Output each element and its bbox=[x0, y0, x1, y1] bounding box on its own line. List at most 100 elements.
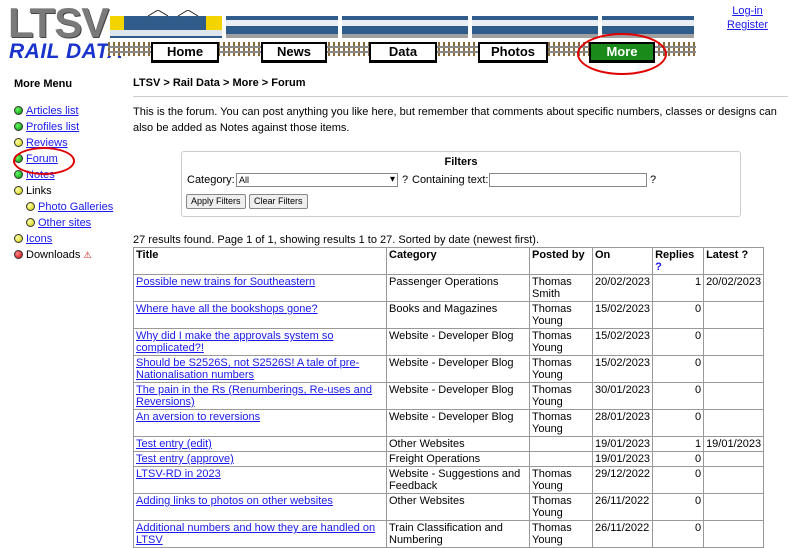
table-row: Test entry (edit) Other Websites 19/01/202… bbox=[133, 436, 765, 452]
title-link[interactable]: Test entry (approve) bbox=[133, 451, 387, 467]
title-link[interactable]: An aversion to reversions bbox=[133, 409, 387, 437]
status-dot-icon bbox=[26, 218, 35, 227]
category-help-icon[interactable]: ? bbox=[402, 174, 408, 186]
category-cell: Train Classification and Numbering bbox=[386, 520, 530, 548]
category-cell: Other Websites bbox=[386, 436, 530, 452]
site-header: LTSV RAIL DATA Home News Data Photos Mor… bbox=[0, 0, 800, 75]
category-cell: Website - Suggestions and Feedback bbox=[386, 466, 530, 494]
latest-cell bbox=[703, 382, 765, 410]
forum-table: Title Category Posted by On Replies ? La… bbox=[133, 247, 765, 548]
category-cell: Website - Developer Blog bbox=[386, 382, 530, 410]
posted-by-cell: Thomas Young bbox=[529, 301, 593, 329]
status-dot-icon bbox=[26, 202, 35, 211]
sidebar-item-label[interactable]: Photo Galleries bbox=[38, 201, 113, 213]
title-link[interactable]: Possible new trains for Southeastern bbox=[133, 274, 387, 302]
posted-by-cell: Thomas Young bbox=[529, 409, 593, 437]
sidebar-item-photo-galleries[interactable]: Photo Galleries bbox=[26, 201, 113, 214]
site-logo-subtitle[interactable]: RAIL DATA bbox=[9, 41, 123, 63]
posted-by-cell bbox=[529, 451, 593, 467]
status-dot-icon bbox=[14, 122, 23, 131]
sidebar-item-icons[interactable]: Icons bbox=[14, 233, 52, 246]
posted-by-cell: Thomas Young bbox=[529, 520, 593, 548]
sidebar-item-links: Links bbox=[14, 185, 52, 198]
posted-by-cell: Thomas Young bbox=[529, 355, 593, 383]
nav-photos-button[interactable]: Photos bbox=[478, 42, 548, 63]
sidebar-item-label[interactable]: Other sites bbox=[38, 217, 91, 229]
latest-cell: 20/02/2023 bbox=[703, 274, 765, 302]
replies-help-icon[interactable]: ? bbox=[655, 261, 662, 273]
category-cell: Passenger Operations bbox=[386, 274, 530, 302]
category-cell: Website - Developer Blog bbox=[386, 328, 530, 356]
nav-news-button[interactable]: News bbox=[261, 42, 327, 63]
replies-cell: 0 bbox=[652, 493, 705, 521]
category-cell: Website - Developer Blog bbox=[386, 409, 530, 437]
table-row: An aversion to reversions Website - Devel… bbox=[133, 409, 765, 437]
title-link[interactable]: Adding links to photos on other websites bbox=[133, 493, 387, 521]
date-cell: 26/11/2022 bbox=[591, 520, 654, 548]
title-link[interactable]: Additional numbers and how they are hand… bbox=[133, 520, 387, 548]
title-link[interactable]: Test entry (edit) bbox=[133, 436, 387, 452]
col-category: Category bbox=[386, 247, 530, 275]
category-select-value: All bbox=[239, 175, 250, 185]
title-link[interactable]: The pain in the Rs (Renumberings, Re-use… bbox=[133, 382, 387, 410]
clear-filters-button[interactable]: Clear Filters bbox=[249, 194, 308, 209]
login-link[interactable]: Log-in bbox=[720, 4, 775, 18]
account-links: Log-in Register bbox=[720, 4, 775, 32]
category-cell: Freight Operations bbox=[386, 451, 530, 467]
col-replies: Replies ? bbox=[652, 247, 705, 275]
title-link[interactable]: Where have all the bookshops gone? bbox=[133, 301, 387, 329]
replies-cell: 0 bbox=[652, 466, 705, 494]
date-cell: 26/11/2022 bbox=[591, 493, 654, 521]
sidebar-item-articles[interactable]: Articles list bbox=[14, 105, 79, 118]
nav-data-button[interactable]: Data bbox=[369, 42, 437, 63]
category-cell: Website - Developer Blog bbox=[386, 355, 530, 383]
latest-cell bbox=[703, 409, 765, 437]
title-link[interactable]: Why did I make the approvals system so c… bbox=[133, 328, 387, 356]
filters-title: Filters bbox=[444, 156, 478, 168]
sidebar-item-profiles[interactable]: Profiles list bbox=[14, 121, 79, 134]
title-link[interactable]: LTSV-RD in 2023 bbox=[133, 466, 387, 494]
site-logo[interactable]: LTSV bbox=[8, 2, 109, 44]
sidebar-item-label[interactable]: Profiles list bbox=[26, 121, 79, 133]
latest-cell: 19/01/2023 bbox=[703, 436, 765, 452]
posted-by-cell: Thomas Young bbox=[529, 382, 593, 410]
table-row: LTSV-RD in 2023 Website - Suggestions and… bbox=[133, 466, 765, 494]
filters-panel: Filters Category: All ? Containing text:… bbox=[181, 151, 741, 217]
sidebar-item-label[interactable]: Articles list bbox=[26, 105, 79, 117]
warning-icon: ⚠ bbox=[83, 250, 92, 260]
latest-cell bbox=[703, 451, 765, 467]
highlight-circle-more bbox=[577, 33, 667, 75]
intro-text: This is the forum. You can post anything… bbox=[133, 106, 777, 134]
replies-cell: 0 bbox=[652, 355, 705, 383]
col-posted-by: Posted by bbox=[529, 247, 593, 275]
text-help-icon[interactable]: ? bbox=[650, 174, 656, 186]
col-on: On bbox=[591, 247, 654, 275]
nav-home-button[interactable]: Home bbox=[151, 42, 219, 63]
replies-cell: 0 bbox=[652, 382, 705, 410]
posted-by-cell bbox=[529, 436, 593, 452]
replies-cell: 0 bbox=[652, 451, 705, 467]
replies-cell: 0 bbox=[652, 520, 705, 548]
apply-filters-button[interactable]: Apply Filters bbox=[186, 194, 246, 209]
posted-by-cell: Thomas Young bbox=[529, 466, 593, 494]
sidebar-item-label: Links bbox=[26, 185, 52, 197]
highlight-circle-forum bbox=[13, 147, 75, 175]
status-dot-icon bbox=[14, 170, 23, 179]
posted-by-cell: Thomas Young bbox=[529, 493, 593, 521]
containing-text-input[interactable] bbox=[489, 173, 647, 187]
results-summary: 27 results found. Page 1 of 1, showing r… bbox=[133, 234, 540, 246]
date-cell: 29/12/2022 bbox=[591, 466, 654, 494]
latest-help-icon[interactable]: ? bbox=[742, 249, 749, 261]
sidebar-item-other-sites[interactable]: Other sites bbox=[26, 217, 91, 230]
status-dot-icon bbox=[14, 234, 23, 243]
date-cell: 30/01/2023 bbox=[591, 382, 654, 410]
table-header-row: Title Category Posted by On Replies ? La… bbox=[133, 247, 765, 275]
category-select[interactable]: All bbox=[236, 173, 398, 187]
register-link[interactable]: Register bbox=[720, 18, 775, 32]
sidebar-item-label[interactable]: Icons bbox=[26, 233, 52, 245]
date-cell: 28/01/2023 bbox=[591, 409, 654, 437]
table-row: The pain in the Rs (Renumberings, Re-use… bbox=[133, 382, 765, 410]
category-cell: Other Websites bbox=[386, 493, 530, 521]
title-link[interactable]: Should be S2526S, not S2526S! A tale of … bbox=[133, 355, 387, 383]
table-row: Additional numbers and how they are hand… bbox=[133, 520, 765, 548]
